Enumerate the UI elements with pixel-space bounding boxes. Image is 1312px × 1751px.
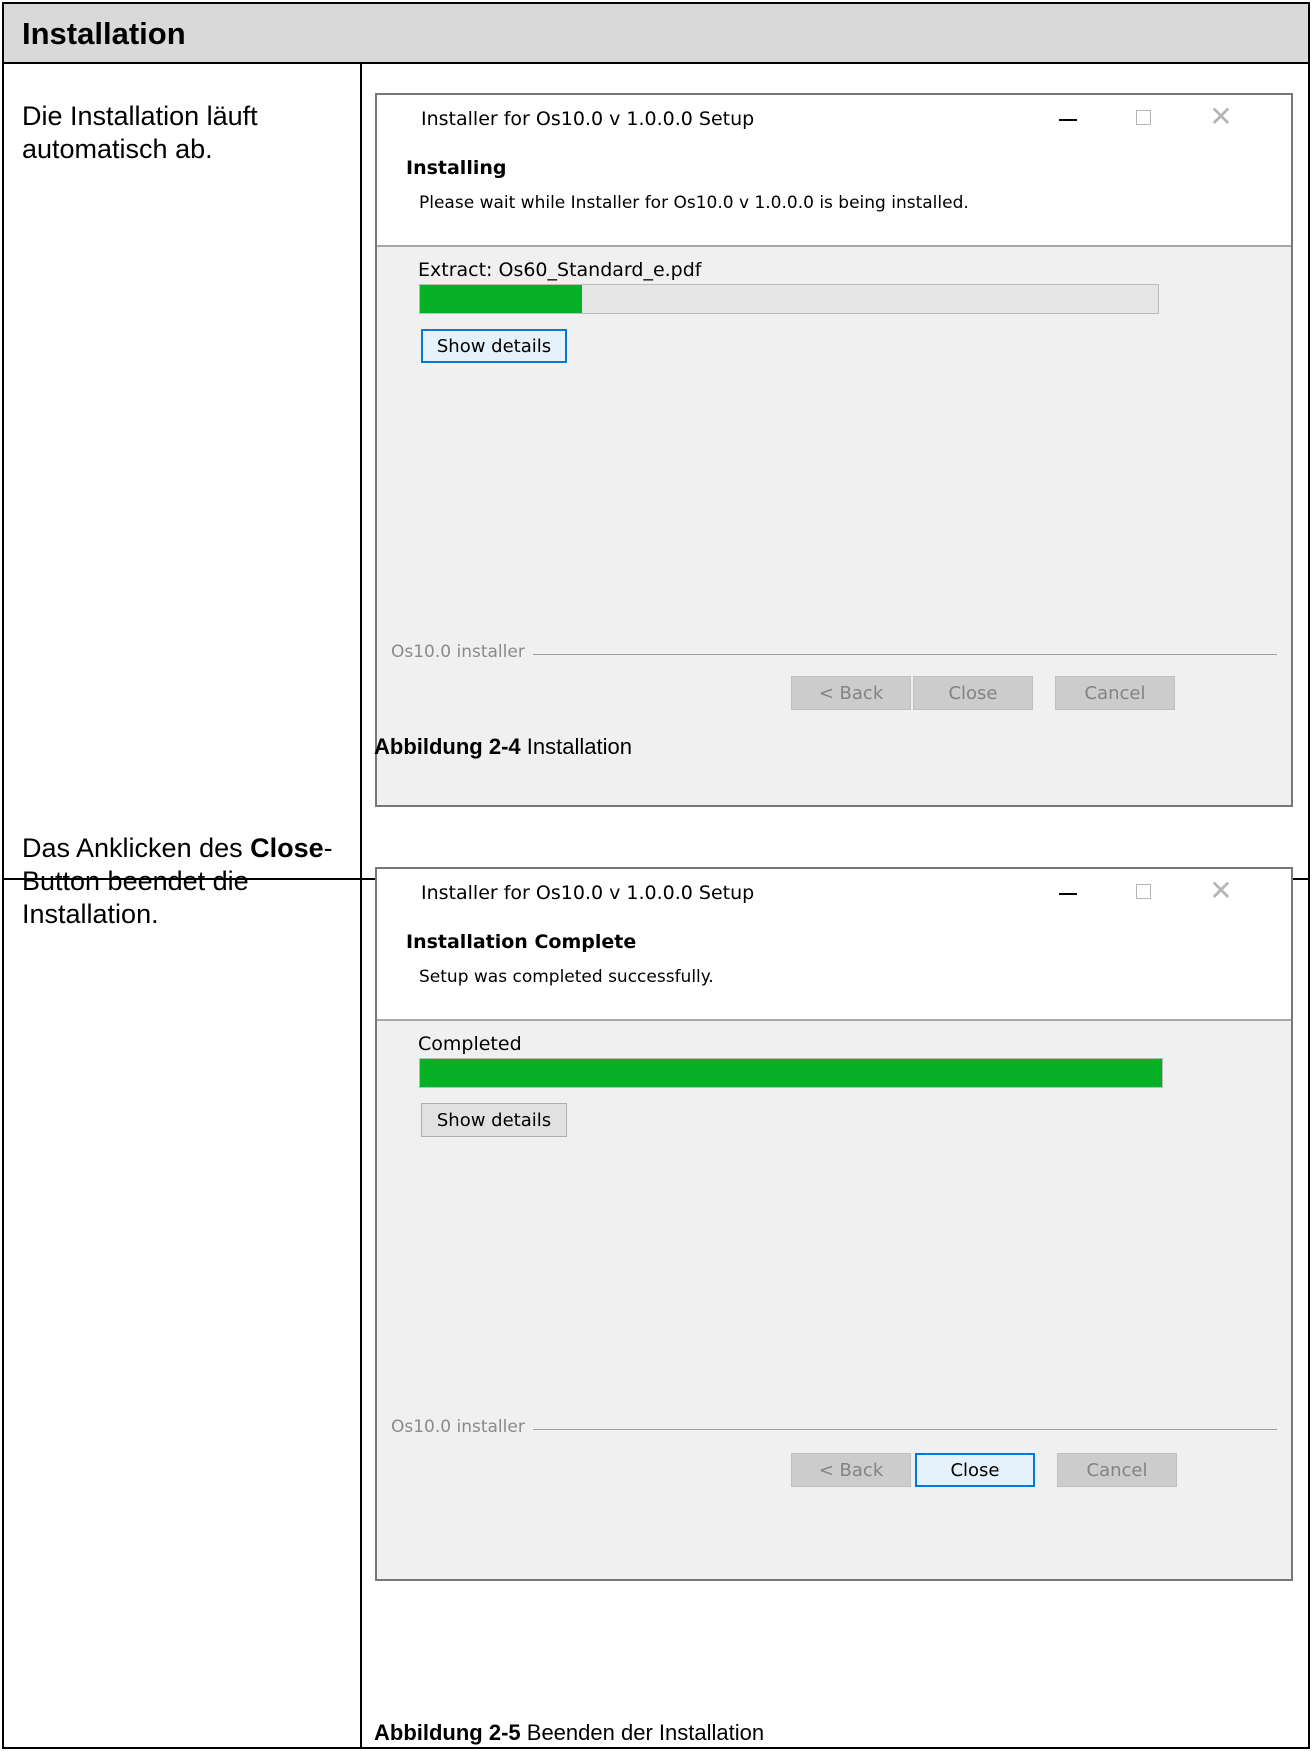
status-text: Extract: Os60_Standard_e.pdf (418, 259, 702, 281)
dialog-heading: Installing (406, 157, 507, 179)
minimize-icon (1059, 119, 1077, 121)
show-details-button[interactable]: Show details (421, 1103, 567, 1137)
caption-text: Installation (520, 734, 632, 759)
figure-caption: Abbildung 2-4 Installation (374, 734, 632, 760)
minimize-icon (1059, 893, 1077, 895)
back-button[interactable]: < Back (791, 1453, 911, 1487)
status-text: Completed (418, 1033, 522, 1055)
close-button[interactable]: Close (915, 1453, 1035, 1487)
dialog-subheading: Setup was completed successfully. (419, 967, 714, 987)
section-title: Installation (22, 16, 186, 51)
progress-fill (420, 285, 583, 313)
progress-fill (420, 1059, 1162, 1087)
window-close-button[interactable]: ✕ (1200, 873, 1242, 909)
figure-caption: Abbildung 2-5 Beenden der Installation (374, 1720, 764, 1746)
show-details-button[interactable]: Show details (421, 329, 567, 363)
caption-prefix: Abbildung 2-5 (374, 1720, 521, 1745)
step-description-close: Das Anklicken des Close-Button beendet d… (22, 832, 342, 931)
minimize-button[interactable] (1047, 99, 1089, 135)
progress-bar (419, 1058, 1163, 1088)
group-label: Os10.0 installer (391, 642, 533, 662)
maximize-button[interactable] (1122, 873, 1164, 909)
dialog-header-area: Installer for Os10.0 v 1.0.0.0 Setup ✕ I… (377, 95, 1291, 247)
close-button[interactable]: Close (913, 676, 1033, 710)
column-divider (360, 64, 362, 1749)
cancel-button[interactable]: Cancel (1057, 1453, 1177, 1487)
dialog-subheading: Please wait while Installer for Os10.0 v… (419, 193, 969, 213)
window-title: Installer for Os10.0 v 1.0.0.0 Setup (421, 882, 755, 904)
caption-text: Beenden der Installation (520, 1720, 765, 1745)
description-close-bold: Close (250, 833, 324, 863)
progress-bar (419, 284, 1159, 314)
close-icon: ✕ (1209, 874, 1233, 907)
section-header: Installation (4, 4, 1308, 64)
close-icon: ✕ (1209, 100, 1233, 133)
group-divider (527, 654, 1277, 655)
dialog-header-area: Installer for Os10.0 v 1.0.0.0 Setup ✕ I… (377, 869, 1291, 1021)
dialog-heading: Installation Complete (406, 931, 637, 953)
cancel-button[interactable]: Cancel (1055, 676, 1175, 710)
window-close-button[interactable]: ✕ (1200, 99, 1242, 135)
maximize-icon (1135, 883, 1151, 899)
minimize-button[interactable] (1047, 873, 1089, 909)
back-button[interactable]: < Back (791, 676, 911, 710)
maximize-icon (1135, 109, 1151, 125)
installer-dialog-installing: Installer for Os10.0 v 1.0.0.0 Setup ✕ I… (375, 93, 1293, 807)
group-divider (527, 1429, 1277, 1430)
window-title: Installer for Os10.0 v 1.0.0.0 Setup (421, 108, 755, 130)
installer-dialog-complete: Installer for Os10.0 v 1.0.0.0 Setup ✕ I… (375, 867, 1293, 1581)
group-label: Os10.0 installer (391, 1417, 533, 1437)
maximize-button[interactable] (1122, 99, 1164, 135)
description-part: Das Anklicken des (22, 833, 251, 863)
caption-prefix: Abbildung 2-4 (374, 734, 521, 759)
step-description-installing: Die Installation läuft automatisch ab. (22, 101, 258, 164)
